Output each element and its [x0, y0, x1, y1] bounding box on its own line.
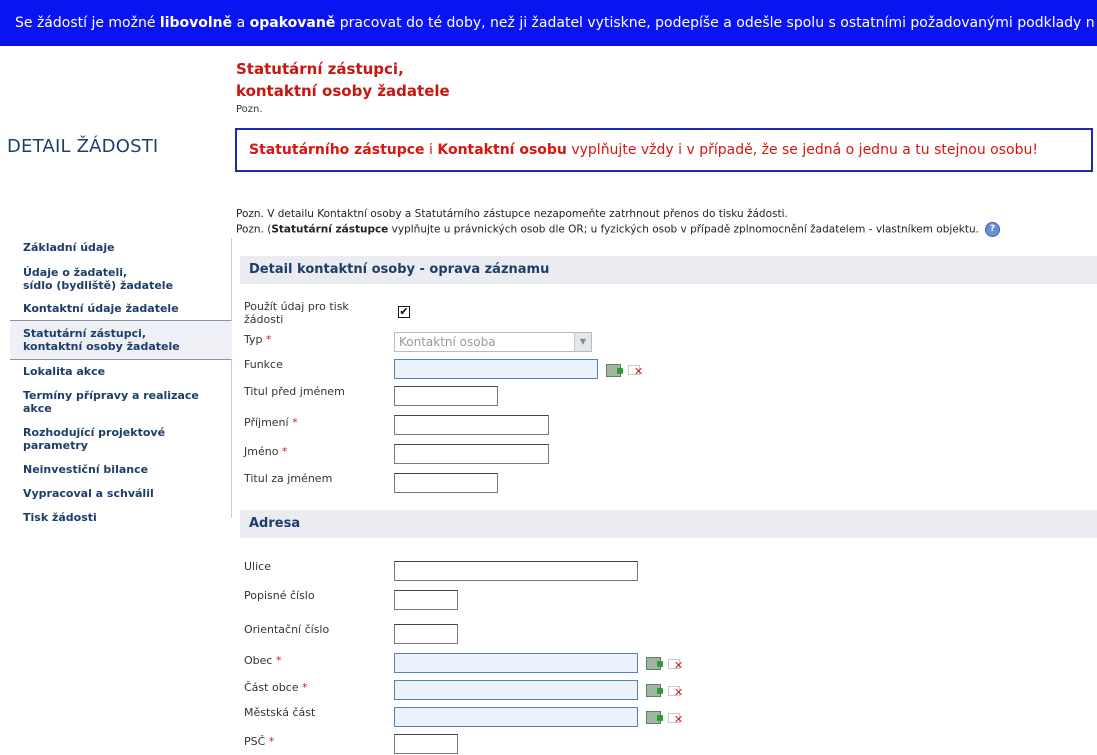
sidebar-item-terminy[interactable]: Termíny přípravy a realizace akce: [10, 386, 231, 418]
print-checkbox[interactable]: ✔: [398, 306, 410, 318]
banner-text-3: pracovat do té doby, než ji žadatel vyti…: [335, 15, 1095, 31]
required-mark: *: [266, 333, 272, 346]
select-from-list-icon[interactable]: [646, 711, 663, 724]
prijmeni-field[interactable]: [394, 415, 549, 435]
sidebar-item-zakladni-udaje[interactable]: Základní údaje: [10, 238, 231, 257]
sidebar-item-kontaktni-udaje[interactable]: Kontaktní údaje žadatele: [10, 299, 231, 318]
popisne-label: Popisné číslo: [244, 589, 315, 602]
section-title-contact: Detail kontaktní osoby - oprava záznamu: [240, 256, 1097, 284]
clear-field-icon[interactable]: ✕: [668, 712, 685, 726]
orientacni-field[interactable]: [394, 624, 458, 644]
clear-field-icon[interactable]: ✕: [668, 658, 685, 672]
sidebar-item-parametry[interactable]: Rozhodující projektové parametry: [10, 423, 231, 455]
banner-text-1: Se žádostí je možné: [15, 15, 160, 31]
clear-field-icon[interactable]: ✕: [628, 364, 645, 378]
typ-select-value: Kontaktní osoba: [399, 335, 496, 349]
sidebar-item-vypracoval[interactable]: Vypracoval a schválil: [10, 484, 231, 503]
warning-text-1: i: [424, 142, 438, 158]
page-title-line2: kontaktní osoby žadatele: [236, 82, 450, 100]
jmeno-field[interactable]: [394, 444, 549, 464]
note-line-2-bold: Statutární zástupce: [271, 223, 389, 236]
funkce-field[interactable]: [394, 359, 598, 379]
chevron-down-icon[interactable]: ▼: [574, 333, 591, 351]
cast-obce-label-text: Část obce: [244, 681, 299, 694]
obec-field[interactable]: [394, 653, 638, 673]
required-mark: *: [268, 735, 275, 748]
sidebar-item-label-3b: kontaktní osoby žadatele: [23, 340, 180, 353]
prijmeni-label-text: Příjmení: [244, 416, 289, 429]
titul-za-field[interactable]: [394, 473, 498, 493]
psc-label-text: PSČ: [244, 735, 266, 748]
funkce-label: Funkce: [244, 358, 283, 371]
note-line-2-a: Pozn. (: [236, 223, 272, 236]
warning-bold-1: Statutárního zástupce: [249, 142, 425, 158]
sidebar-item-statutarni-zastupci[interactable]: Statutární zástupci, kontaktní osoby žada…: [10, 320, 232, 360]
banner-bold-1: libovolně: [159, 15, 233, 31]
required-mark: *: [292, 416, 298, 429]
warning-box: Statutárního zástupce i Kontaktní osobu …: [235, 128, 1093, 172]
psc-label: PSČ *: [244, 735, 274, 748]
cast-obce-field[interactable]: [394, 680, 638, 700]
required-mark: *: [275, 654, 282, 667]
titul-pred-field[interactable]: [394, 386, 498, 406]
typ-label: Typ *: [244, 333, 272, 346]
required-mark: *: [302, 681, 308, 694]
jmeno-label-text: Jméno: [244, 445, 279, 458]
note-line-1: Pozn. V detailu Kontaktní osoby a Statut…: [236, 208, 788, 220]
select-from-list-icon[interactable]: [646, 657, 663, 670]
page-note: Pozn.: [236, 104, 263, 115]
page-header: Statutární zástupci, kontaktní osoby žad…: [236, 58, 450, 115]
prijmeni-label: Příjmení *: [244, 416, 298, 429]
banner-bold-2: opakovaně: [249, 15, 336, 31]
typ-label-text: Typ: [244, 333, 263, 346]
clear-field-icon[interactable]: ✕: [668, 685, 685, 699]
popisne-field[interactable]: [394, 590, 458, 610]
banner-text-2: a: [232, 15, 250, 31]
select-from-list-icon[interactable]: [646, 684, 663, 697]
select-from-list-icon[interactable]: [606, 364, 623, 377]
sidebar-nav: Základní údaje Údaje o žadateli, sídlo (b…: [10, 238, 232, 524]
detail-title: DETAIL ŽÁDOSTI: [7, 136, 159, 157]
titul-za-label: Titul za jménem: [244, 472, 333, 485]
notes: Pozn. V detailu Kontaktní osoby a Statut…: [236, 207, 1000, 238]
section-title-address: Adresa: [240, 510, 1097, 538]
sidebar-item-label-1a: Údaje o žadateli,: [23, 266, 128, 279]
sidebar-item-lokalita-akce[interactable]: Lokalita akce: [10, 362, 231, 381]
sidebar-item-tisk-zadosti[interactable]: Tisk žádosti: [10, 508, 231, 527]
info-banner: Se žádostí je možné libovolně a opakovan…: [0, 0, 1097, 46]
orientacni-label: Orientační číslo: [244, 623, 330, 636]
obec-label-text: Obec: [244, 654, 273, 667]
page-title-line1: Statutární zástupci,: [236, 60, 404, 78]
required-mark: *: [281, 445, 288, 458]
sidebar-item-neinvesticni-bilance[interactable]: Neinvestiční bilance: [10, 460, 231, 479]
warning-text-2: vyplňujte vždy i v případě, že se jedná …: [566, 142, 1038, 158]
warning-bold-2: Kontaktní osobu: [437, 142, 567, 158]
mestska-cast-label: Městská část: [244, 706, 316, 719]
sidebar-item-udaje-o-zadateli[interactable]: Údaje o žadateli, sídlo (bydliště) žadate…: [10, 263, 231, 295]
question-mark-icon[interactable]: ?: [984, 222, 1000, 237]
note-line-2: Pozn. (Statutární zástupce vyplňujte u p…: [236, 222, 1000, 238]
mestska-cast-field[interactable]: [394, 707, 638, 727]
obec-label: Obec *: [244, 654, 281, 667]
psc-field[interactable]: [394, 734, 458, 754]
ulice-field[interactable]: [394, 561, 638, 581]
sidebar-item-label-1b: sídlo (bydliště) žadatele: [23, 279, 174, 292]
note-line-2-b: vyplňujte u právnických osob dle OR; u f…: [388, 223, 979, 236]
titul-pred-label: Titul před jménem: [244, 385, 345, 398]
jmeno-label: Jméno *: [244, 445, 287, 458]
print-label: Použít údaj pro tisk žádosti: [244, 300, 349, 326]
sidebar-item-label-3a: Statutární zástupci,: [23, 327, 147, 340]
typ-select[interactable]: Kontaktní osoba ▼: [394, 332, 592, 352]
ulice-label: Ulice: [244, 560, 271, 573]
cast-obce-label: Část obce *: [244, 681, 308, 694]
